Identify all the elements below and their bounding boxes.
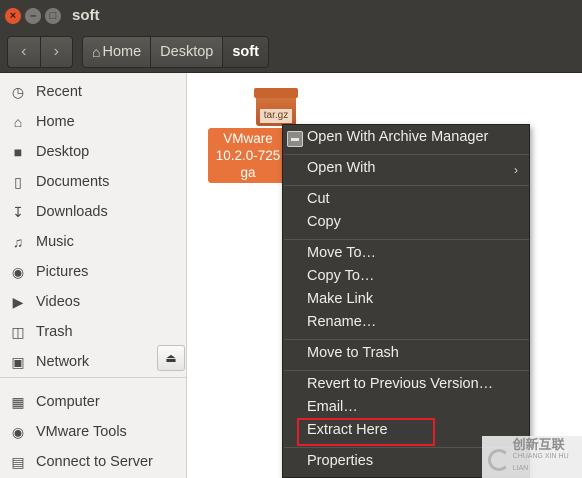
home-icon: ⌂: [92, 44, 101, 60]
sidebar-item-home[interactable]: ⌂ Home: [0, 109, 186, 135]
sidebar-item-videos[interactable]: ▶ Videos: [0, 289, 186, 315]
window-title: soft: [72, 7, 100, 24]
file-name-line: VMware: [223, 131, 273, 146]
sidebar-item-pictures[interactable]: ◉ Pictures: [0, 259, 186, 285]
watermark-logo-icon: [486, 446, 510, 471]
file-name-line: 10.2.0-725: [215, 148, 281, 163]
menu-item-move-to[interactable]: Move To…: [307, 245, 376, 261]
toolbar: ‹ › ⌂ Home Desktop soft: [0, 33, 582, 73]
menu-item-move-to-trash[interactable]: Move to Trash: [307, 345, 399, 361]
menu-item-cut[interactable]: Cut: [307, 191, 330, 207]
camera-icon: ◉: [11, 263, 25, 280]
menu-item-rename[interactable]: Rename…: [307, 314, 376, 330]
clock-icon: ◷: [11, 83, 25, 100]
music-icon: ♫: [12, 234, 24, 250]
watermark: 创新互联 CHUANG XIN HU LIAN: [482, 436, 582, 478]
sidebar: ◷ Recent ⌂ Home ■ Desktop ▯ Documents ↧ …: [0, 73, 187, 478]
breadcrumb-soft[interactable]: soft: [222, 37, 268, 67]
menu-separator: [284, 239, 529, 240]
sidebar-item-recent[interactable]: ◷ Recent: [0, 79, 186, 105]
sidebar-item-label: Trash: [36, 324, 73, 340]
sidebar-item-label: VMware Tools: [36, 424, 127, 440]
computer-icon: ▦: [11, 393, 25, 410]
sidebar-item-downloads[interactable]: ↧ Downloads: [0, 199, 186, 225]
sidebar-item-label: Connect to Server: [36, 454, 153, 470]
breadcrumb: ⌂ Home Desktop soft: [82, 36, 269, 68]
sidebar-item-label: Videos: [36, 294, 81, 310]
menu-separator: [284, 154, 529, 155]
close-window-button[interactable]: ×: [5, 8, 21, 24]
menu-item-revert-to-previous-version[interactable]: Revert to Previous Version…: [307, 376, 493, 392]
menu-separator: [284, 185, 529, 186]
sidebar-item-connect-to-server[interactable]: ▤ Connect to Server: [0, 449, 186, 475]
archive-manager-icon: [287, 131, 303, 147]
sidebar-item-label: Recent: [36, 84, 82, 100]
breadcrumb-home[interactable]: ⌂ Home: [83, 37, 151, 67]
menu-item-email[interactable]: Email…: [307, 399, 358, 415]
sidebar-item-label: Downloads: [36, 204, 108, 220]
minimize-window-button[interactable]: –: [25, 8, 41, 24]
document-icon: ▯: [14, 173, 22, 190]
forward-button[interactable]: ›: [39, 37, 73, 67]
title-bar: × – □ soft: [0, 0, 582, 33]
breadcrumb-label: Home: [102, 44, 142, 60]
archive-type-label: tar.gz: [260, 109, 292, 123]
sidebar-item-label: Pictures: [36, 264, 89, 280]
history-navigation: ‹ ›: [7, 36, 73, 68]
folder-icon: ■: [13, 144, 23, 160]
archive-lid-shape: [254, 88, 298, 98]
eject-button[interactable]: ⏏: [157, 345, 185, 371]
sidebar-item-music[interactable]: ♫ Music: [0, 229, 186, 255]
extract-here-highlight-box: [297, 418, 435, 446]
home-icon: ⌂: [13, 114, 23, 130]
menu-item-make-link[interactable]: Make Link: [307, 291, 373, 307]
maximize-window-button[interactable]: □: [45, 8, 61, 24]
video-icon: ▶: [12, 293, 24, 310]
breadcrumb-label: Desktop: [160, 44, 214, 60]
server-icon: ▤: [11, 453, 25, 470]
menu-item-open-with-archive-manager[interactable]: Open With Archive Manager: [307, 129, 488, 145]
network-icon: ▣: [11, 353, 25, 370]
file-name-line: ga: [240, 165, 256, 180]
sidebar-item-trash[interactable]: ◫ Trash: [0, 319, 186, 345]
sidebar-divider: [0, 377, 186, 378]
menu-item-copy-to[interactable]: Copy To…: [307, 268, 374, 284]
menu-item-properties[interactable]: Properties: [307, 453, 373, 469]
sidebar-item-documents[interactable]: ▯ Documents: [0, 169, 186, 195]
sidebar-item-desktop[interactable]: ■ Desktop: [0, 139, 186, 165]
watermark-cn: 创新互联: [512, 437, 565, 452]
menu-item-copy[interactable]: Copy: [307, 214, 341, 230]
eject-icon: ⏏: [165, 351, 177, 365]
sidebar-item-vmware-tools[interactable]: ◉ VMware Tools: [0, 419, 186, 445]
submenu-arrow-icon: ›: [514, 163, 518, 177]
menu-separator: [284, 370, 529, 371]
sidebar-item-computer[interactable]: ▦ Computer: [0, 389, 186, 415]
watermark-en: CHUANG XIN HU LIAN: [512, 453, 569, 472]
download-icon: ↧: [12, 203, 24, 220]
sidebar-item-label: Music: [36, 234, 74, 250]
trash-icon: ◫: [11, 323, 25, 340]
menu-item-open-with[interactable]: Open With: [307, 160, 376, 176]
file-name-label[interactable]: VMware 10.2.0-725 ga: [208, 128, 288, 183]
sidebar-item-label: Documents: [36, 174, 110, 190]
sidebar-item-label: Computer: [36, 394, 100, 410]
back-button[interactable]: ‹: [8, 37, 40, 67]
breadcrumb-desktop[interactable]: Desktop: [150, 37, 223, 67]
watermark-text: 创新互联 CHUANG XIN HU LIAN: [512, 437, 582, 475]
sidebar-item-label: Network: [36, 354, 90, 370]
disc-icon: ◉: [11, 423, 25, 440]
sidebar-item-label: Home: [36, 114, 75, 130]
sidebar-item-label: Desktop: [36, 144, 90, 160]
breadcrumb-label: soft: [232, 44, 259, 60]
menu-separator: [284, 339, 529, 340]
